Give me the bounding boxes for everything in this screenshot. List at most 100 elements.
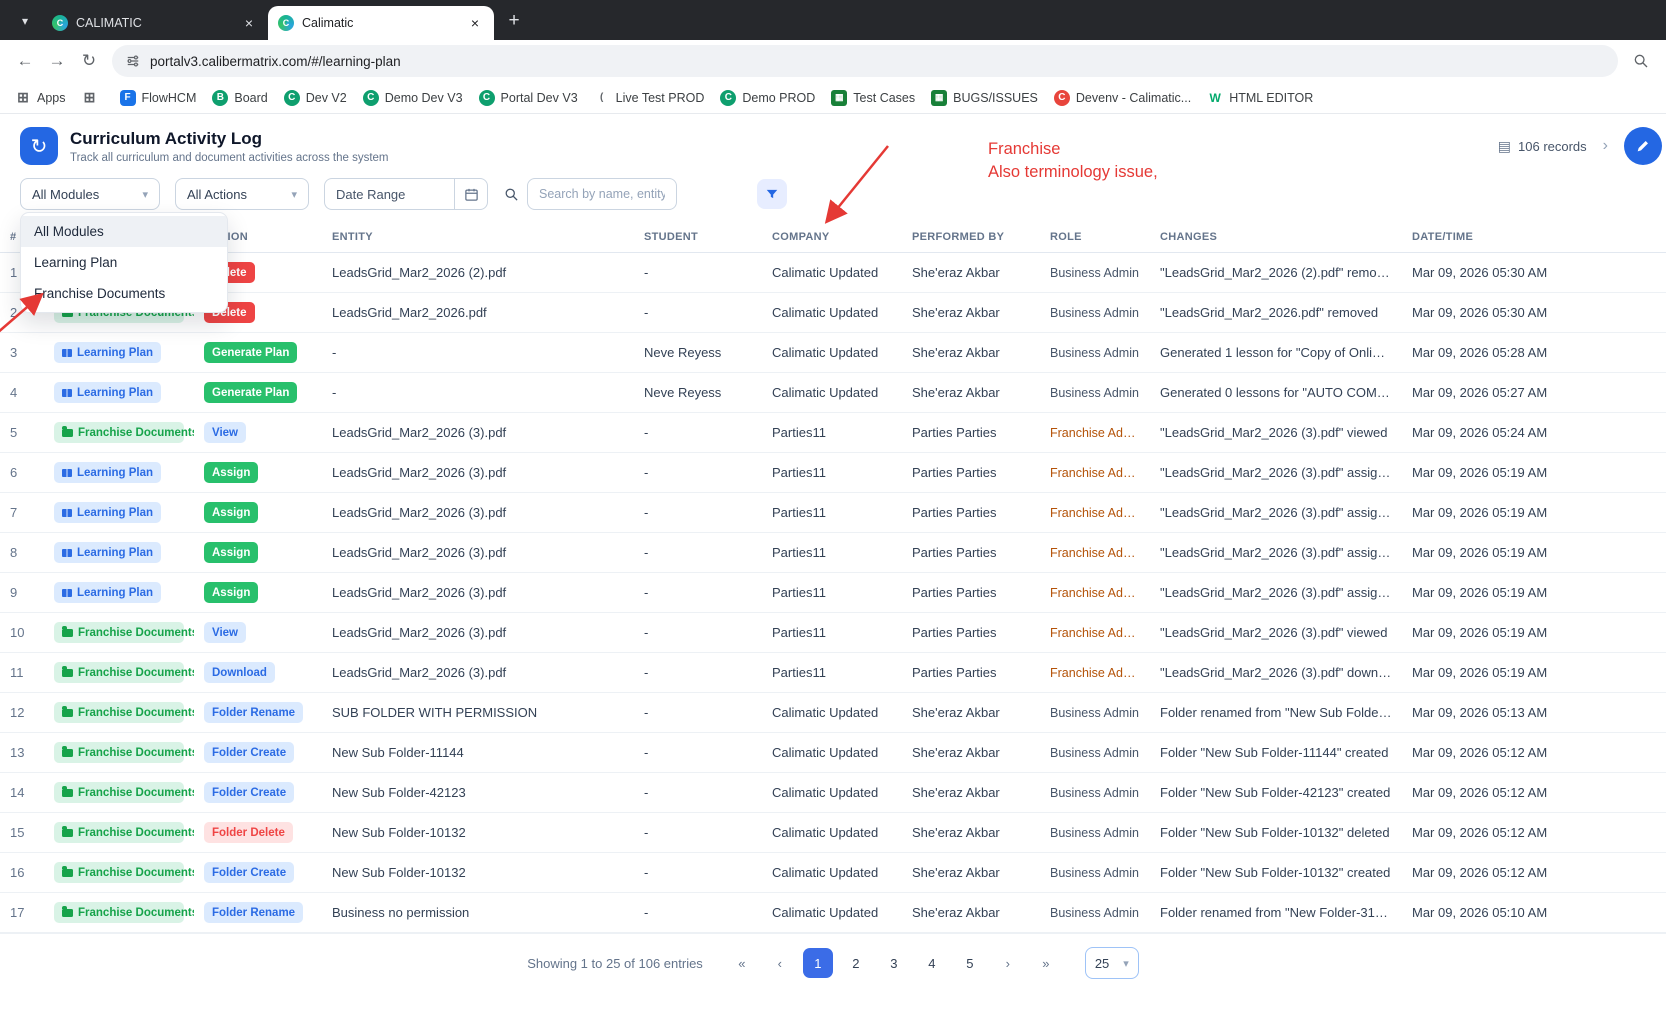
role-cell: Franchise Admin bbox=[1040, 452, 1150, 493]
pagination-first-button[interactable]: « bbox=[727, 948, 757, 978]
browser-tab[interactable]: C CALIMATIC × bbox=[42, 6, 268, 40]
actions-select[interactable]: All Actions ▾ bbox=[175, 178, 309, 210]
module-badge: Learning Plan bbox=[54, 342, 162, 363]
bookmark-item[interactable]: ▦ Test Cases bbox=[824, 86, 922, 110]
table-row: 13 Franchise Documents Folder Create New… bbox=[0, 732, 1666, 773]
tab-search-button[interactable]: ▾ bbox=[12, 8, 38, 34]
page-button[interactable]: 1 bbox=[802, 948, 833, 978]
bookmark-item[interactable]: C Dev V2 bbox=[277, 86, 354, 110]
module-cell: Learning Plan bbox=[44, 492, 194, 533]
performed-by-cell: She'eraz Akbar bbox=[902, 292, 1040, 333]
module-badge: Learning Plan bbox=[54, 462, 162, 483]
reload-button[interactable]: ↻ bbox=[74, 46, 104, 76]
student-cell: - bbox=[634, 452, 762, 493]
company-cell: Calimatic Updated bbox=[762, 732, 902, 773]
bookmark-item[interactable]: C Demo Dev V3 bbox=[356, 86, 470, 110]
action-badge: Folder Delete bbox=[204, 822, 293, 843]
site-settings-icon[interactable] bbox=[126, 54, 140, 68]
action-cell: Folder Create bbox=[194, 852, 322, 893]
entity-cell: LeadsGrid_Mar2_2026 (3).pdf bbox=[322, 532, 634, 573]
bookmark-item[interactable]: ⊞ Apps bbox=[8, 86, 73, 110]
datetime-cell: Mar 09, 2026 05:19 AM bbox=[1402, 452, 1666, 493]
actions-select-value: All Actions bbox=[187, 186, 247, 202]
dropdown-option[interactable]: Learning Plan bbox=[21, 247, 227, 278]
browser-tab[interactable]: C Calimatic × bbox=[268, 6, 494, 40]
module-badge: Franchise Documents bbox=[54, 702, 194, 723]
filter-bar: All Modules ▾ All Actions ▾ bbox=[0, 174, 1666, 222]
url-bar[interactable]: portalv3.calibermatrix.com/#/learning-pl… bbox=[112, 45, 1618, 77]
student-cell: - bbox=[634, 732, 762, 773]
filter-funnel-button[interactable] bbox=[757, 179, 787, 209]
bookmark-item[interactable]: ⊞ bbox=[75, 86, 111, 110]
tab-title: Calimatic bbox=[302, 16, 354, 30]
datetime-cell: Mar 09, 2026 05:30 AM bbox=[1402, 252, 1666, 293]
bookmark-item[interactable]: C Devenv - Calimatic... bbox=[1047, 86, 1198, 110]
row-number: 13 bbox=[0, 732, 44, 773]
bookmark-item[interactable]: ( Live Test PROD bbox=[587, 86, 712, 110]
back-button[interactable]: ← bbox=[10, 46, 40, 76]
bookmark-favicon-icon: C bbox=[283, 89, 300, 106]
performed-by-cell: She'eraz Akbar bbox=[902, 892, 1040, 933]
page-header: ↻ Curriculum Activity Log Track all curr… bbox=[0, 114, 1666, 174]
bookmark-item[interactable]: ▦ BUGS/ISSUES bbox=[924, 86, 1045, 110]
datetime-cell: Mar 09, 2026 05:19 AM bbox=[1402, 652, 1666, 693]
bookmark-item[interactable]: B Board bbox=[205, 86, 274, 110]
pagination-prev-button[interactable]: ‹ bbox=[765, 948, 795, 978]
module-cell: Franchise Documents bbox=[44, 732, 194, 773]
edit-fab-button[interactable] bbox=[1624, 127, 1662, 165]
page-button[interactable]: 4 bbox=[917, 948, 947, 978]
role-cell: Business Admin bbox=[1040, 772, 1150, 813]
forward-button[interactable]: → bbox=[42, 46, 72, 76]
action-badge: Assign bbox=[204, 582, 259, 603]
performed-by-cell: She'eraz Akbar bbox=[902, 852, 1040, 893]
changes-cell: "LeadsGrid_Mar2_2026 (3).pdf" assigned bbox=[1150, 532, 1402, 573]
dropdown-option[interactable]: All Modules bbox=[21, 216, 227, 247]
action-badge: Assign bbox=[204, 542, 259, 563]
search-input[interactable] bbox=[527, 178, 677, 210]
tab-close-icon[interactable]: × bbox=[466, 14, 484, 32]
action-cell: Folder Rename bbox=[194, 892, 322, 933]
student-cell: - bbox=[634, 532, 762, 573]
page-button[interactable]: 2 bbox=[841, 948, 871, 978]
tab-title: CALIMATIC bbox=[76, 16, 142, 30]
collapse-chevron-icon[interactable]: › bbox=[1603, 137, 1608, 155]
page-button[interactable]: 3 bbox=[879, 948, 909, 978]
bookmark-item[interactable]: W HTML EDITOR bbox=[1200, 86, 1320, 110]
module-icon bbox=[62, 866, 73, 877]
page-size-select[interactable]: 25 ▾ bbox=[1084, 947, 1139, 979]
row-number: 6 bbox=[0, 452, 44, 493]
bookmarks-bar: ⊞ Apps ⊞ F FlowHCM B Board C Dev V2 C De… bbox=[0, 82, 1666, 114]
pagination-next-button[interactable]: › bbox=[993, 948, 1023, 978]
role-cell: Business Admin bbox=[1040, 892, 1150, 933]
dropdown-option[interactable]: Franchise Documents bbox=[21, 278, 227, 309]
bookmark-item[interactable]: F FlowHCM bbox=[113, 86, 204, 110]
pagination-bar: Showing 1 to 25 of 106 entries « ‹ 1 2 3… bbox=[0, 933, 1666, 992]
modules-select[interactable]: All Modules ▾ bbox=[20, 178, 160, 210]
date-range-input[interactable] bbox=[324, 178, 454, 210]
entity-cell: - bbox=[322, 332, 634, 373]
performed-by-cell: She'eraz Akbar bbox=[902, 772, 1040, 813]
changes-cell: Generated 0 lessons for "AUTO COMPLET... bbox=[1150, 372, 1402, 413]
changes-cell: "LeadsGrid_Mar2_2026 (3).pdf" viewed bbox=[1150, 412, 1402, 453]
calendar-icon[interactable] bbox=[454, 178, 488, 210]
browser-window: ▾ C CALIMATIC × C Calimatic × + ← → ↻ po… bbox=[0, 0, 1666, 1033]
pagination-last-button[interactable]: » bbox=[1031, 948, 1061, 978]
browser-navbar: ← → ↻ portalv3.calibermatrix.com/#/learn… bbox=[0, 40, 1666, 82]
student-cell: - bbox=[634, 652, 762, 693]
bookmark-item[interactable]: C Demo PROD bbox=[713, 86, 822, 110]
page-button[interactable]: 5 bbox=[955, 948, 985, 978]
role-cell: Franchise Admin bbox=[1040, 652, 1150, 693]
table-row: 15 Franchise Documents Folder Delete New… bbox=[0, 812, 1666, 853]
bookmark-favicon-icon: C bbox=[478, 89, 495, 106]
tab-close-icon[interactable]: × bbox=[240, 14, 258, 32]
entity-cell: LeadsGrid_Mar2_2026 (3).pdf bbox=[322, 412, 634, 453]
bookmark-label: Devenv - Calimatic... bbox=[1075, 90, 1192, 105]
bookmark-item[interactable]: C Portal Dev V3 bbox=[472, 86, 585, 110]
entity-cell: New Sub Folder-11144 bbox=[322, 732, 634, 773]
new-tab-button[interactable]: + bbox=[500, 7, 528, 35]
bookmark-favicon-icon: ⊞ bbox=[83, 89, 96, 105]
zoom-icon[interactable] bbox=[1626, 46, 1656, 76]
module-cell: Franchise Documents bbox=[44, 772, 194, 813]
module-icon bbox=[62, 588, 72, 597]
module-badge: Learning Plan bbox=[54, 502, 162, 523]
